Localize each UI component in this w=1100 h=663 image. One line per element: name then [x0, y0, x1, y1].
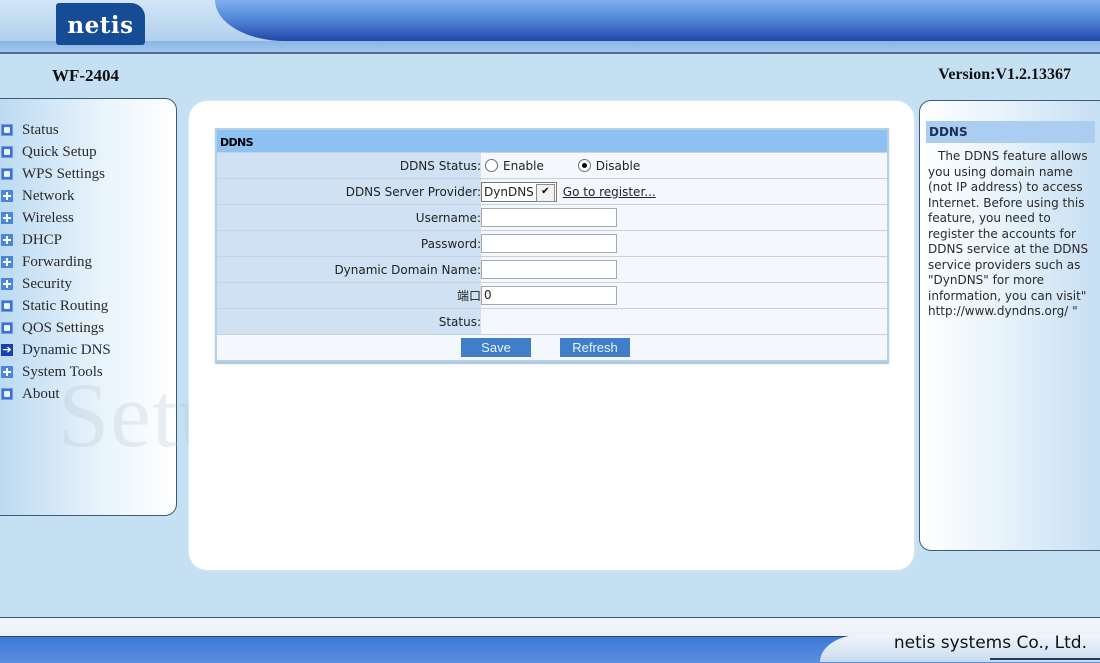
- firmware-version: Version:V1.2.13367: [938, 66, 1071, 83]
- header-bar: netis: [0, 0, 1100, 54]
- help-title: DDNS: [926, 121, 1095, 143]
- box-icon: [1, 322, 13, 334]
- password-label: Password:: [217, 230, 481, 257]
- sidebar-item-label: Quick Setup: [22, 143, 97, 160]
- ddns-disable-label[interactable]: Disable: [596, 159, 641, 173]
- ddns-disable-radio[interactable]: [577, 159, 591, 173]
- domain-name-label: Dynamic Domain Name:: [217, 256, 481, 283]
- domain-name-input[interactable]: [481, 260, 617, 279]
- sidebar-item-label: Dynamic DNS: [22, 341, 111, 358]
- sidebar-item-dynamic-dns[interactable]: ➔ Dynamic DNS: [1, 339, 111, 361]
- sidebar-item-dhcp[interactable]: DHCP: [1, 229, 111, 251]
- sidebar-item-label: DHCP: [22, 231, 63, 248]
- ddns-provider-label: DDNS Server Provider:: [217, 178, 481, 205]
- ddns-status-row: DDNS Status: Enable Disable: [217, 152, 887, 179]
- sidebar-item-forwarding[interactable]: Forwarding: [1, 251, 111, 273]
- domain-row: Dynamic Domain Name:: [217, 256, 887, 283]
- sidebar-nav: Status Quick Setup WPS Settings Network Wire…: [0, 98, 177, 516]
- sidebar-item-label: About: [22, 385, 60, 402]
- port-row: 端口 0: [217, 282, 887, 309]
- refresh-button[interactable]: Refresh: [560, 338, 630, 357]
- main-content-panel: DDNS DDNS Status: Enable Disable DDNS Se…: [189, 101, 914, 570]
- sidebar-item-label: Network: [22, 187, 75, 204]
- company-name: netis systems Co., Ltd.: [893, 633, 1087, 653]
- header-divider: [0, 52, 1100, 54]
- box-icon: [1, 168, 13, 180]
- arrow-right-icon: ➔: [1, 343, 13, 356]
- sidebar-item-label: Status: [22, 121, 59, 138]
- port-input[interactable]: 0: [481, 286, 617, 305]
- save-button[interactable]: Save: [461, 338, 531, 357]
- ddns-enable-label[interactable]: Enable: [503, 159, 544, 173]
- ddns-section-title: DDNS: [217, 130, 887, 152]
- model-name: WF-2404: [52, 66, 120, 85]
- username-label: Username:: [217, 204, 481, 231]
- sidebar-item-label: Forwarding: [22, 253, 92, 270]
- sidebar-item-label: System Tools: [22, 363, 103, 380]
- sidebar-item-qos-settings[interactable]: QOS Settings: [1, 317, 111, 339]
- plus-icon: [1, 212, 13, 224]
- ddns-provider-row: DDNS Server Provider: DynDNS ✔ Go to regis…: [217, 178, 887, 205]
- ddns-form: DDNS DDNS Status: Enable Disable DDNS Se…: [215, 128, 889, 362]
- sidebar-item-status[interactable]: Status: [1, 119, 111, 141]
- box-icon: [1, 300, 13, 312]
- sidebar-item-static-routing[interactable]: Static Routing: [1, 295, 111, 317]
- connection-status-label: Status:: [217, 308, 481, 335]
- box-icon: [1, 124, 13, 136]
- chevron-down-icon[interactable]: ✔: [535, 183, 555, 202]
- sidebar-menu: Status Quick Setup WPS Settings Network Wire…: [1, 119, 111, 405]
- username-input[interactable]: [481, 208, 617, 227]
- sidebar-item-quick-setup[interactable]: Quick Setup: [1, 141, 111, 163]
- help-panel: DDNS The DDNS feature allows you using d…: [919, 100, 1100, 551]
- plus-icon: [1, 190, 13, 202]
- ddns-form-table: DDNS Status: Enable Disable DDNS Server …: [217, 152, 887, 360]
- box-icon: [1, 388, 13, 400]
- sidebar-item-label: Security: [22, 275, 72, 292]
- ddns-status-label: DDNS Status:: [217, 152, 481, 179]
- password-input[interactable]: [481, 234, 617, 253]
- plus-icon: [1, 256, 13, 268]
- password-row: Password:: [217, 230, 887, 257]
- help-text: The DDNS feature allows you using domain…: [928, 149, 1089, 318]
- plus-icon: [1, 278, 13, 290]
- sidebar-item-wireless[interactable]: Wireless: [1, 207, 111, 229]
- sidebar-item-label: WPS Settings: [22, 165, 105, 182]
- plus-icon: [1, 366, 13, 378]
- connection-status-row: Status:: [217, 308, 887, 335]
- register-link[interactable]: Go to register...: [563, 185, 656, 199]
- sidebar-item-label: Wireless: [22, 209, 74, 226]
- ddns-status-options: Enable Disable: [481, 152, 887, 179]
- ddns-provider-select[interactable]: DynDNS ✔: [481, 181, 557, 202]
- username-row: Username:: [217, 204, 887, 231]
- ddns-provider-value: DynDNS: [484, 184, 534, 199]
- header-swoosh: [215, 0, 1100, 41]
- sidebar-item-about[interactable]: About: [1, 383, 111, 405]
- ddns-enable-radio[interactable]: [485, 159, 498, 173]
- button-row: Save Refresh: [217, 334, 887, 360]
- sidebar-item-label: QOS Settings: [22, 319, 105, 336]
- connection-status-value: [481, 308, 887, 335]
- box-icon: [1, 146, 13, 158]
- sidebar-item-network[interactable]: Network: [1, 185, 111, 207]
- netis-logo: netis: [56, 3, 145, 45]
- sidebar-item-label: Static Routing: [22, 297, 109, 314]
- port-label: 端口: [217, 282, 481, 309]
- footer-bar: netis systems Co., Ltd.: [0, 618, 1100, 663]
- sidebar-item-wps-settings[interactable]: WPS Settings: [1, 163, 111, 185]
- footer-underline: [990, 658, 1100, 660]
- plus-icon: [1, 234, 13, 246]
- sidebar-item-security[interactable]: Security: [1, 273, 111, 295]
- sidebar-item-system-tools[interactable]: System Tools: [1, 361, 111, 383]
